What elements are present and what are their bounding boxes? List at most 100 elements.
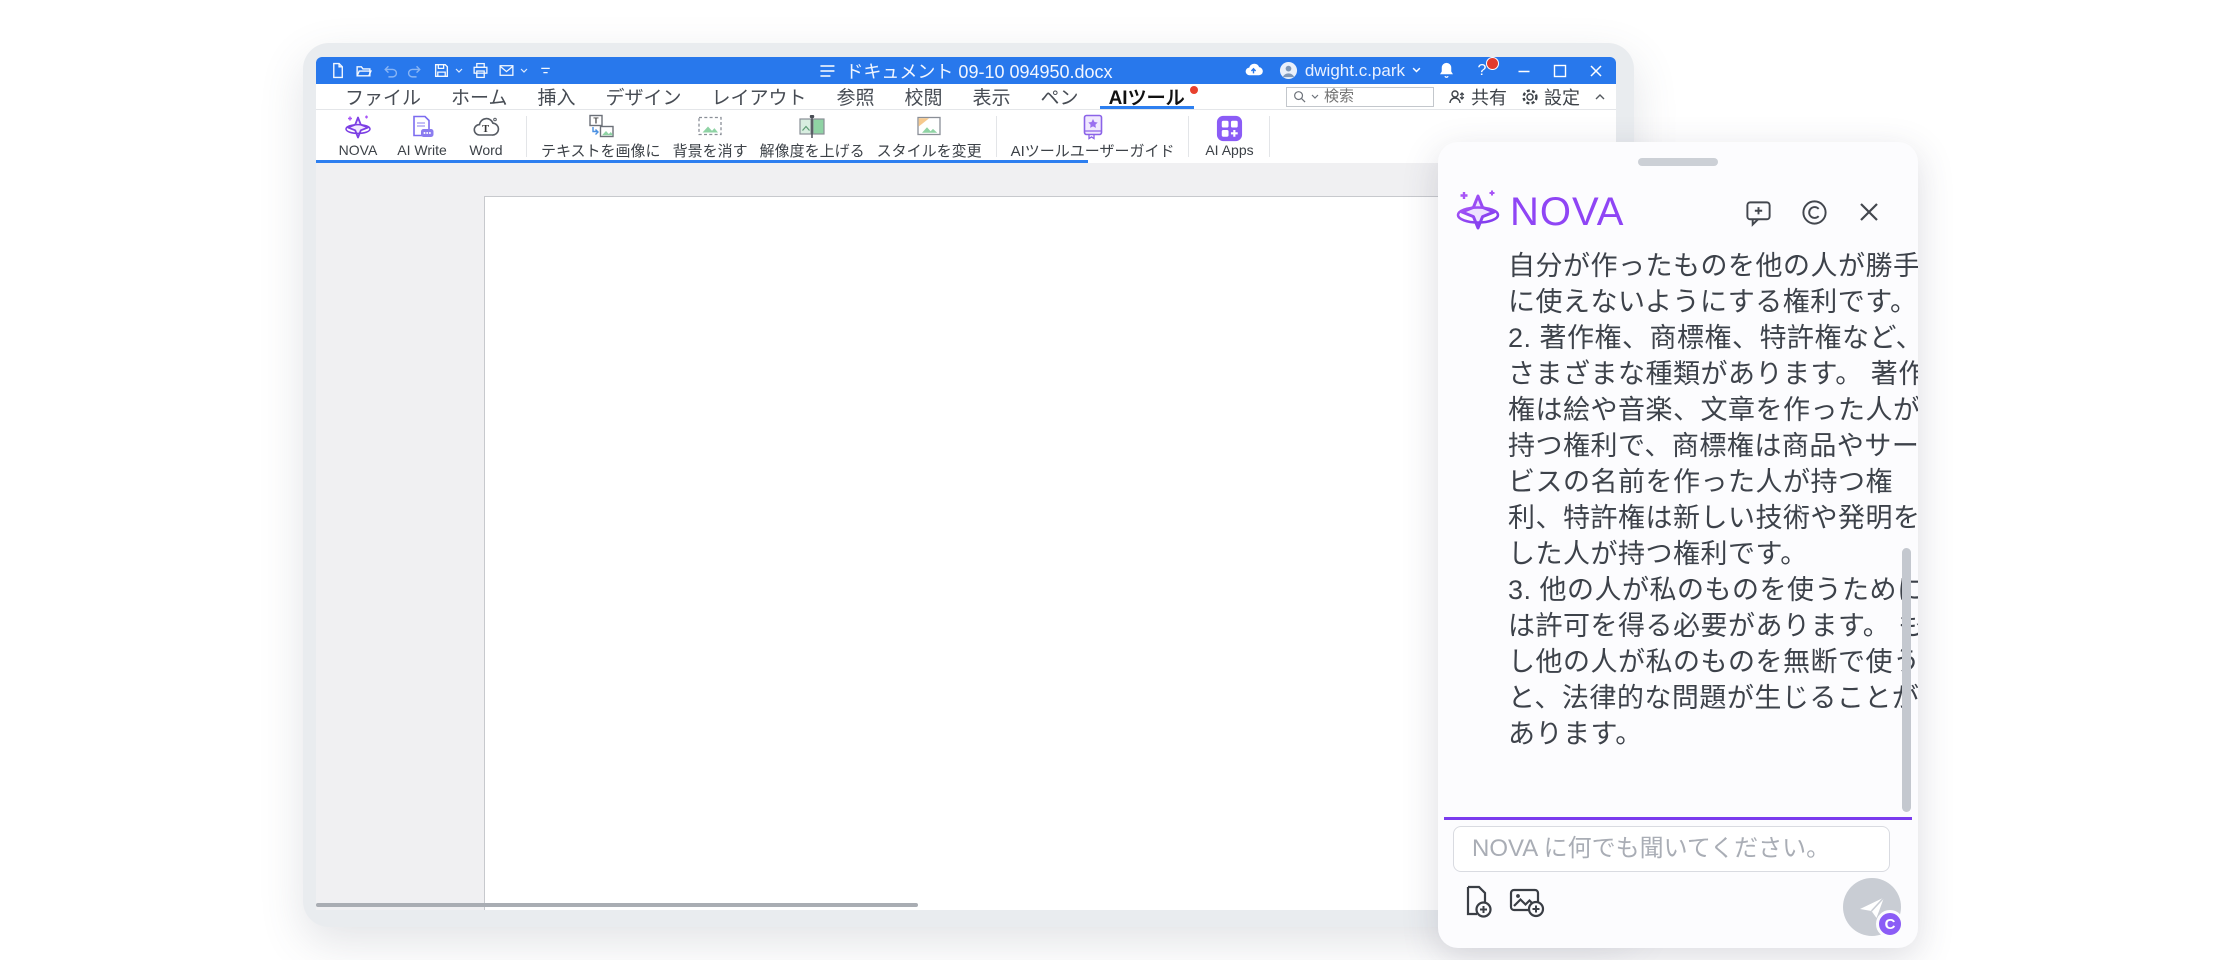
chat-message-line: 自分が作ったものを他の人が勝手 xyxy=(1508,248,1868,284)
help-icon[interactable]: ? xyxy=(1472,61,1492,81)
svg-text:T: T xyxy=(482,124,489,135)
ribbon-button-label: AIツールユーザーガイド xyxy=(1011,144,1175,159)
redo-icon[interactable] xyxy=(407,62,424,79)
ribbon-text-to-image-button[interactable]: T テキストを画像に xyxy=(535,110,667,163)
document-menu-icon[interactable] xyxy=(819,64,835,78)
chat-message-line: さまざまな種類があります。 著作 xyxy=(1508,356,1868,392)
word-cloud-icon: T xyxy=(471,114,501,142)
tab-insert[interactable]: 挿入 xyxy=(522,84,590,109)
ribbon-word-cloud-button[interactable]: T Word Cloud xyxy=(454,110,518,163)
account-menu[interactable]: dwight.c.park xyxy=(1279,61,1421,81)
help-notification-badge xyxy=(1486,57,1499,70)
settings-button[interactable]: 設定 xyxy=(1521,84,1580,110)
new-feature-badge xyxy=(1190,86,1198,94)
add-image-icon[interactable] xyxy=(1508,884,1545,918)
more-icon[interactable] xyxy=(537,62,554,79)
input-divider xyxy=(1444,817,1912,820)
active-tab-underline xyxy=(1100,106,1194,109)
document-title-area: ドキュメント 09-10 094950.docx xyxy=(819,58,1112,84)
search-scope-dropdown-icon[interactable] xyxy=(1311,94,1319,100)
horizontal-scrollbar[interactable] xyxy=(316,903,918,907)
tab-review[interactable]: 校閲 xyxy=(890,84,958,109)
print-icon[interactable] xyxy=(472,62,489,79)
avatar xyxy=(1279,61,1298,80)
save-dropdown-icon[interactable] xyxy=(455,68,463,74)
ribbon-change-style-button[interactable]: スタイルを変更 xyxy=(871,110,988,163)
chat-message-line: ビスの名前を作った人が持つ権 xyxy=(1508,464,1868,500)
save-icon[interactable] xyxy=(433,62,450,79)
undo-icon[interactable] xyxy=(381,62,398,79)
tab-references[interactable]: 参照 xyxy=(822,84,890,109)
ribbon-tabs: ファイル ホーム 挿入 デザイン レイアウト 参照 校閲 表示 ペン AIツール xyxy=(316,84,1200,109)
copyright-icon[interactable] xyxy=(1800,198,1829,227)
minimize-icon[interactable] xyxy=(1516,63,1532,79)
tab-pen[interactable]: ペン xyxy=(1026,84,1094,109)
ribbon-ai-guide-button[interactable]: AIツールユーザーガイド xyxy=(1005,110,1181,163)
chat-message-line: 2. 著作権、商標権、特許権など、 xyxy=(1508,320,1868,356)
search-input[interactable] xyxy=(1324,88,1414,105)
ribbon-separator xyxy=(996,116,997,157)
svg-text:T: T xyxy=(593,116,599,126)
chat-message-line: に使えないようにする権利です。 xyxy=(1508,284,1868,320)
ribbon-remove-background-button[interactable]: 背景を消す xyxy=(667,110,754,163)
close-panel-icon[interactable] xyxy=(1856,199,1882,225)
open-icon[interactable] xyxy=(355,62,372,79)
change-style-icon xyxy=(914,113,944,141)
ribbon-separator xyxy=(1188,116,1189,157)
ribbon-ai-write-button[interactable]: AI Write xyxy=(390,110,454,163)
chat-response-area: 自分が作ったものを他の人が勝手 に使えないようにする権利です。 2. 著作権、商… xyxy=(1508,248,1868,752)
ribbon-button-label: AI Write xyxy=(396,143,448,158)
document-title: ドキュメント 09-10 094950.docx xyxy=(845,58,1112,84)
ribbon-button-label: 解像度を上げる xyxy=(760,144,865,159)
menu-bar: ファイル ホーム 挿入 デザイン レイアウト 参照 校閲 表示 ペン AIツール… xyxy=(316,84,1616,110)
settings-label: 設定 xyxy=(1544,84,1580,110)
tab-view[interactable]: 表示 xyxy=(958,84,1026,109)
collapse-ribbon-icon[interactable] xyxy=(1594,92,1606,102)
tab-home[interactable]: ホーム xyxy=(436,84,522,109)
chat-message-line: 3. 他の人が私のものを使うために xyxy=(1508,572,1868,608)
nova-star-icon xyxy=(344,114,372,142)
mail-dropdown-icon[interactable] xyxy=(520,68,528,74)
ribbon-separator xyxy=(526,116,527,157)
send-button[interactable]: C xyxy=(1843,878,1901,936)
share-button[interactable]: 共有 xyxy=(1448,84,1507,110)
ribbon-button-label: テキストを画像に xyxy=(541,144,661,159)
ai-write-icon xyxy=(408,114,436,142)
quick-access-toolbar xyxy=(316,62,554,79)
panel-drag-handle[interactable] xyxy=(1638,158,1718,166)
tab-file[interactable]: ファイル xyxy=(330,84,436,109)
close-window-icon[interactable] xyxy=(1588,63,1604,79)
text-to-image-icon: T xyxy=(586,113,616,141)
tab-layout[interactable]: レイアウト xyxy=(696,84,821,109)
document-workspace xyxy=(316,163,1616,910)
ribbon-nova-button[interactable]: NOVA xyxy=(326,110,390,163)
ribbon-button-label: AI Apps xyxy=(1203,143,1255,158)
new-document-icon[interactable] xyxy=(329,62,346,79)
notification-bell-icon[interactable] xyxy=(1437,61,1456,80)
tab-ai-tools[interactable]: AIツール xyxy=(1094,84,1200,109)
account-name: dwight.c.park xyxy=(1305,61,1405,81)
app-window: ドキュメント 09-10 094950.docx dwight.c.park ?… xyxy=(316,57,1616,910)
nova-header: NOVA xyxy=(1438,182,1918,242)
gear-icon xyxy=(1521,88,1539,106)
ribbon-upscale-button[interactable]: 解像度を上げる xyxy=(754,110,871,163)
nova-chat-input[interactable] xyxy=(1453,826,1890,872)
cloud-sync-icon[interactable] xyxy=(1244,61,1263,80)
new-chat-icon[interactable] xyxy=(1744,198,1773,227)
chat-message-line: した人が持つ権利です。 xyxy=(1508,536,1868,572)
chat-scrollbar[interactable] xyxy=(1902,548,1911,812)
add-file-icon[interactable] xyxy=(1460,884,1492,918)
ribbon-ai-apps-button[interactable]: AI Apps xyxy=(1197,110,1261,163)
chat-message-line: あります。 xyxy=(1508,716,1868,752)
upscale-image-icon xyxy=(797,113,827,141)
send-credit-badge: C xyxy=(1876,910,1904,938)
search-box[interactable] xyxy=(1286,87,1434,107)
maximize-icon[interactable] xyxy=(1552,63,1568,79)
mail-icon[interactable] xyxy=(498,62,515,79)
remove-background-icon xyxy=(695,113,725,141)
tab-design[interactable]: デザイン xyxy=(590,84,696,109)
ai-apps-icon xyxy=(1215,114,1244,142)
account-dropdown-icon xyxy=(1412,67,1421,74)
chat-message-line: は許可を得る必要があります。 も xyxy=(1508,608,1868,644)
nova-assistant-panel: NOVA 自分が作ったものを他の人が勝手 に使えないようにする権利です。 2. … xyxy=(1438,142,1918,948)
